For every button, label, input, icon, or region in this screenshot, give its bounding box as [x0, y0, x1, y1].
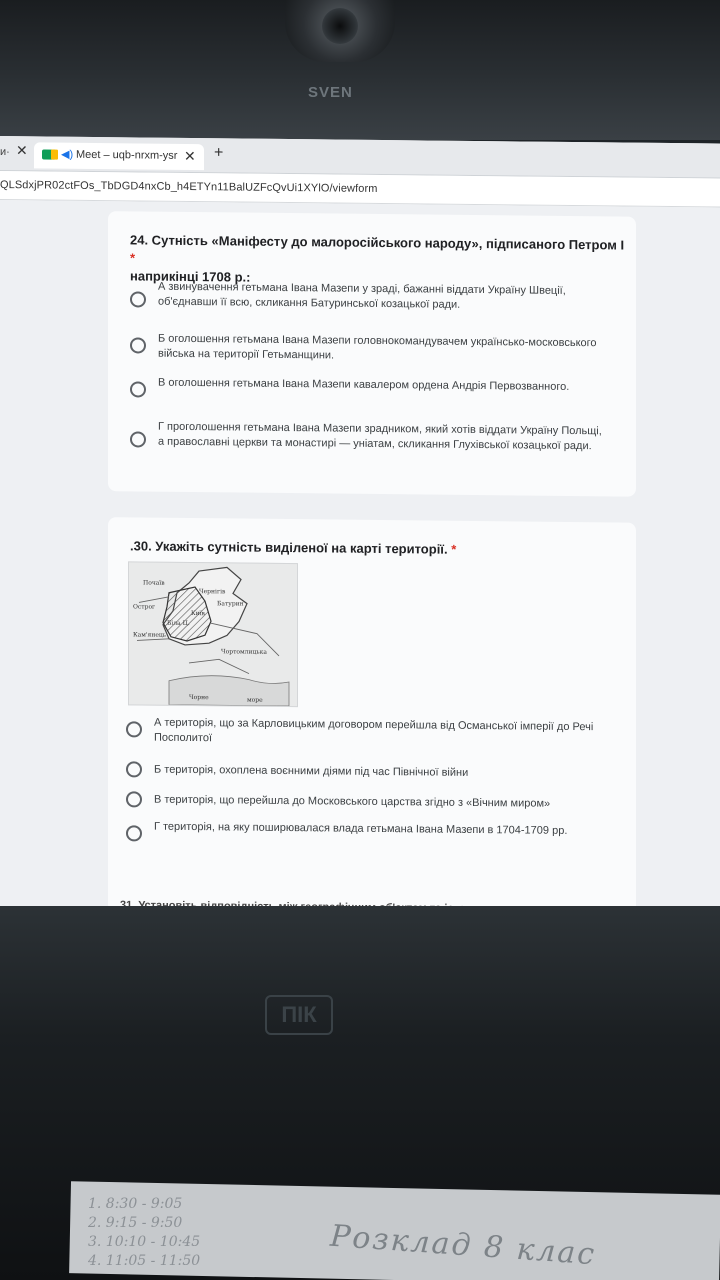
new-tab-icon[interactable]: + [214, 144, 223, 162]
meet-icon-accent [51, 149, 58, 160]
map-label: Чортомлицька [221, 648, 267, 655]
option-label: Б оголошення гетьмана Івана Мазепи голов… [158, 332, 597, 362]
photo-scene: SVEN и· ✕ ◀) Meet – uqb-nrxm-ysr ✕ + QLS… [0, 0, 720, 1280]
radio-button[interactable] [130, 291, 146, 308]
schedule-line: 4. 11:05 - 11:50 [88, 1253, 201, 1269]
required-marker: * [130, 250, 136, 266]
schedule-line: 2. 9:15 - 9:50 [88, 1215, 183, 1231]
schedule-line: 3. 10:10 - 10:45 [88, 1234, 201, 1250]
map-drawing: Почаїв Чернігів Батурин Острог Київ Біла… [133, 566, 290, 707]
question-title-text: .30. Укажіть сутність виділеної на карті… [130, 538, 448, 557]
question-card-24: 24. Сутність «Маніфесту до малоросійсько… [108, 211, 636, 497]
map-label: Київ [191, 610, 206, 617]
option-label: А територія, що за Карловицьким договоро… [154, 716, 594, 745]
radio-button[interactable] [126, 721, 142, 738]
option-label: А звинувачення гетьмана Івана Мазепи у з… [158, 280, 566, 311]
monitor-screen: и· ✕ ◀) Meet – uqb-nrxm-ysr ✕ + QLSdxjPR… [0, 136, 720, 918]
map-label: Батурин [217, 600, 244, 607]
radio-button[interactable] [130, 381, 146, 398]
form-page: 24. Сутність «Маніфесту до малоросійсько… [0, 200, 720, 918]
map-label: море [247, 697, 263, 704]
map-label: Чернігів [199, 588, 226, 595]
question-card-30: .30. Укажіть сутність виділеної на карті… [108, 517, 636, 918]
tab-title: Meet – uqb-nrxm-ysr [76, 148, 178, 162]
map-label: Біла Ц. [167, 620, 190, 627]
option-label: Б територія, охоплена воєнними діями під… [154, 763, 469, 779]
option-label: Г проголошення гетьмана Івана Мазепи зра… [158, 420, 602, 453]
option-c[interactable]: В територія, що перейшла до Московського… [126, 791, 616, 810]
previous-tab-close-icon[interactable]: ✕ [16, 142, 28, 159]
option-label: Г територія, на яку поширювалася влада г… [154, 820, 568, 837]
option-a[interactable]: А територія, що за Карловицьким договоро… [126, 715, 616, 744]
question-title-text: 24. Сутність «Маніфесту до малоросійсько… [130, 232, 625, 253]
radio-button[interactable] [126, 791, 142, 808]
required-marker: * [451, 541, 457, 557]
map-label: Почаїв [143, 579, 165, 586]
radio-button[interactable] [130, 431, 146, 448]
map-sea [168, 675, 290, 707]
schedule-line: 1. 8:30 - 9:05 [88, 1196, 183, 1212]
radio-button[interactable] [126, 825, 142, 842]
map-label: Острог [133, 603, 155, 610]
radio-button[interactable] [130, 337, 146, 354]
webcam-lens [322, 8, 358, 44]
option-b[interactable]: Б територія, охоплена воєнними діями під… [126, 761, 616, 779]
option-d[interactable]: Г територія, на яку поширювалася влада г… [126, 819, 616, 842]
tab-close-icon[interactable]: ✕ [184, 148, 196, 165]
monitor-logo: ПІК [265, 995, 333, 1035]
map-label: Чорне [189, 694, 209, 701]
option-b[interactable]: Б оголошення гетьмана Івана Мазепи голов… [130, 331, 620, 361]
historical-map: Почаїв Чернігів Батурин Острог Київ Біла… [128, 561, 298, 708]
option-d[interactable]: Г проголошення гетьмана Івана Мазепи зра… [130, 419, 620, 452]
speaker-icon[interactable]: ◀) [61, 148, 73, 161]
url-text: QLSdxjPR02ctFOs_TbDGD4nxCb_h4ETYn11BalUZ… [0, 179, 378, 195]
active-tab[interactable]: ◀) Meet – uqb-nrxm-ysr ✕ [34, 142, 204, 171]
radio-button[interactable] [126, 761, 142, 778]
option-c[interactable]: В оголошення гетьмана Івана Мазепи кавал… [130, 375, 620, 398]
map-label: Кам'янець [133, 631, 167, 638]
monitor-brand: SVEN [308, 84, 353, 101]
question-title: .30. Укажіть сутність виділеної на карті… [130, 537, 626, 560]
option-label: В оголошення гетьмана Івана Мазепи кавал… [158, 376, 570, 393]
option-label: В територія, що перейшла до Московського… [154, 793, 551, 810]
previous-tab[interactable]: и· [0, 146, 10, 158]
